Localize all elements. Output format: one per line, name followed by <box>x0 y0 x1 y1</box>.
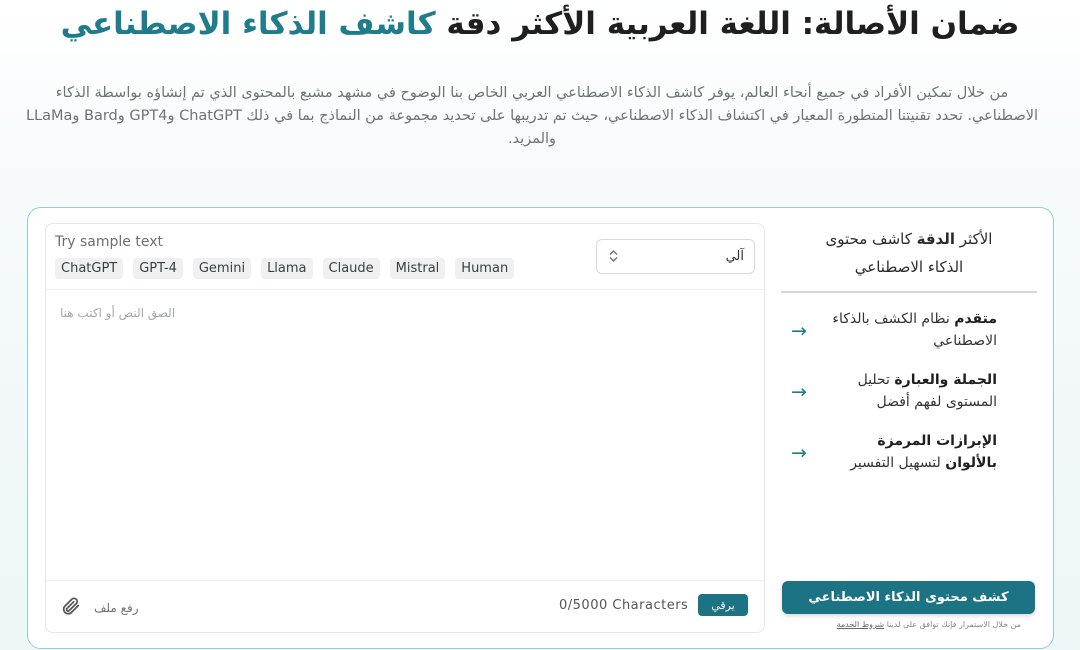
sample-chip-chatgpt[interactable]: ChatGPT <box>55 258 124 279</box>
editor-footer: رفع ملف 0/5000 Characters يرقي <box>46 580 764 632</box>
divider <box>781 291 1037 293</box>
text-editor-panel: Try sample text ChatGPT GPT-4 Gemini Lla… <box>45 223 765 633</box>
page-title-main: ضمان الأصالة: اللغة العربية الأكثر دقة <box>446 6 1020 42</box>
features-panel: الأكثر الدقة كاشف محتوى الذكاء الاصطناعي… <box>781 223 1037 633</box>
feature-item: → الجملة والعبارة تحليل المستوى لفهم أفض… <box>781 369 1037 419</box>
chevron-updown-icon <box>609 250 618 263</box>
terms-of-service-link[interactable]: شروط الخدمة <box>837 620 885 629</box>
sample-chip-gemini[interactable]: Gemini <box>192 258 252 279</box>
features-title: الأكثر الدقة كاشف محتوى الذكاء الاصطناعي <box>781 225 1037 281</box>
character-count: 0/5000 Characters <box>559 598 689 613</box>
feature-item: → متقدم نظام الكشف بالذكاء الاصطناعي <box>781 308 1037 358</box>
terms-notice: من خلال الاستمرار فإنك توافق على لدينا ش… <box>836 620 1021 629</box>
features-title-bold: الدقة <box>916 230 955 248</box>
arrow-right-icon: → <box>791 320 807 342</box>
sample-chip-claude[interactable]: Claude <box>322 258 380 279</box>
paperclip-icon <box>60 595 82 621</box>
feature-text: متقدم نظام الكشف بالذكاء الاصطناعي <box>832 311 997 349</box>
sample-chip-human[interactable]: Human <box>455 258 515 279</box>
language-select-value: آلي <box>725 249 744 264</box>
language-select[interactable]: آلي <box>596 239 755 274</box>
features-title-pre: الأكثر <box>959 230 993 248</box>
sample-text-label: Try sample text <box>55 234 163 250</box>
upload-file-label: رفع ملف <box>94 601 139 615</box>
feature-item: → الإبرازات المرمزة بالألوان لتسهيل التف… <box>781 430 1037 480</box>
arrow-right-icon: → <box>791 381 807 403</box>
sample-chip-mistral[interactable]: Mistral <box>389 258 446 279</box>
text-input[interactable] <box>46 290 764 580</box>
feature-text: الجملة والعبارة تحليل المستوى لفهم أفضل <box>857 372 997 410</box>
upgrade-button[interactable]: يرقي <box>698 594 748 616</box>
detect-ai-content-button[interactable]: كشف محتوى الذكاء الاصطناعي <box>782 581 1035 614</box>
page-title: ضمان الأصالة: اللغة العربية الأكثر دقة ك… <box>0 6 1080 42</box>
page-title-accent: كاشف الذكاء الاصطناعي <box>60 6 436 42</box>
sample-chip-gpt4[interactable]: GPT-4 <box>133 258 183 279</box>
sample-chips: ChatGPT GPT-4 Gemini Llama Claude Mistra… <box>55 258 515 279</box>
feature-text: الإبرازات المرمزة بالألوان لتسهيل التفسي… <box>850 433 997 471</box>
detector-card: Try sample text ChatGPT GPT-4 Gemini Lla… <box>27 207 1054 649</box>
sample-chip-llama[interactable]: Llama <box>261 258 313 279</box>
upload-file-button[interactable]: رفع ملف <box>60 595 139 621</box>
hero-description: من خلال تمكين الأفراد في جميع أنحاء العا… <box>25 85 1039 147</box>
arrow-right-icon: → <box>791 442 807 464</box>
